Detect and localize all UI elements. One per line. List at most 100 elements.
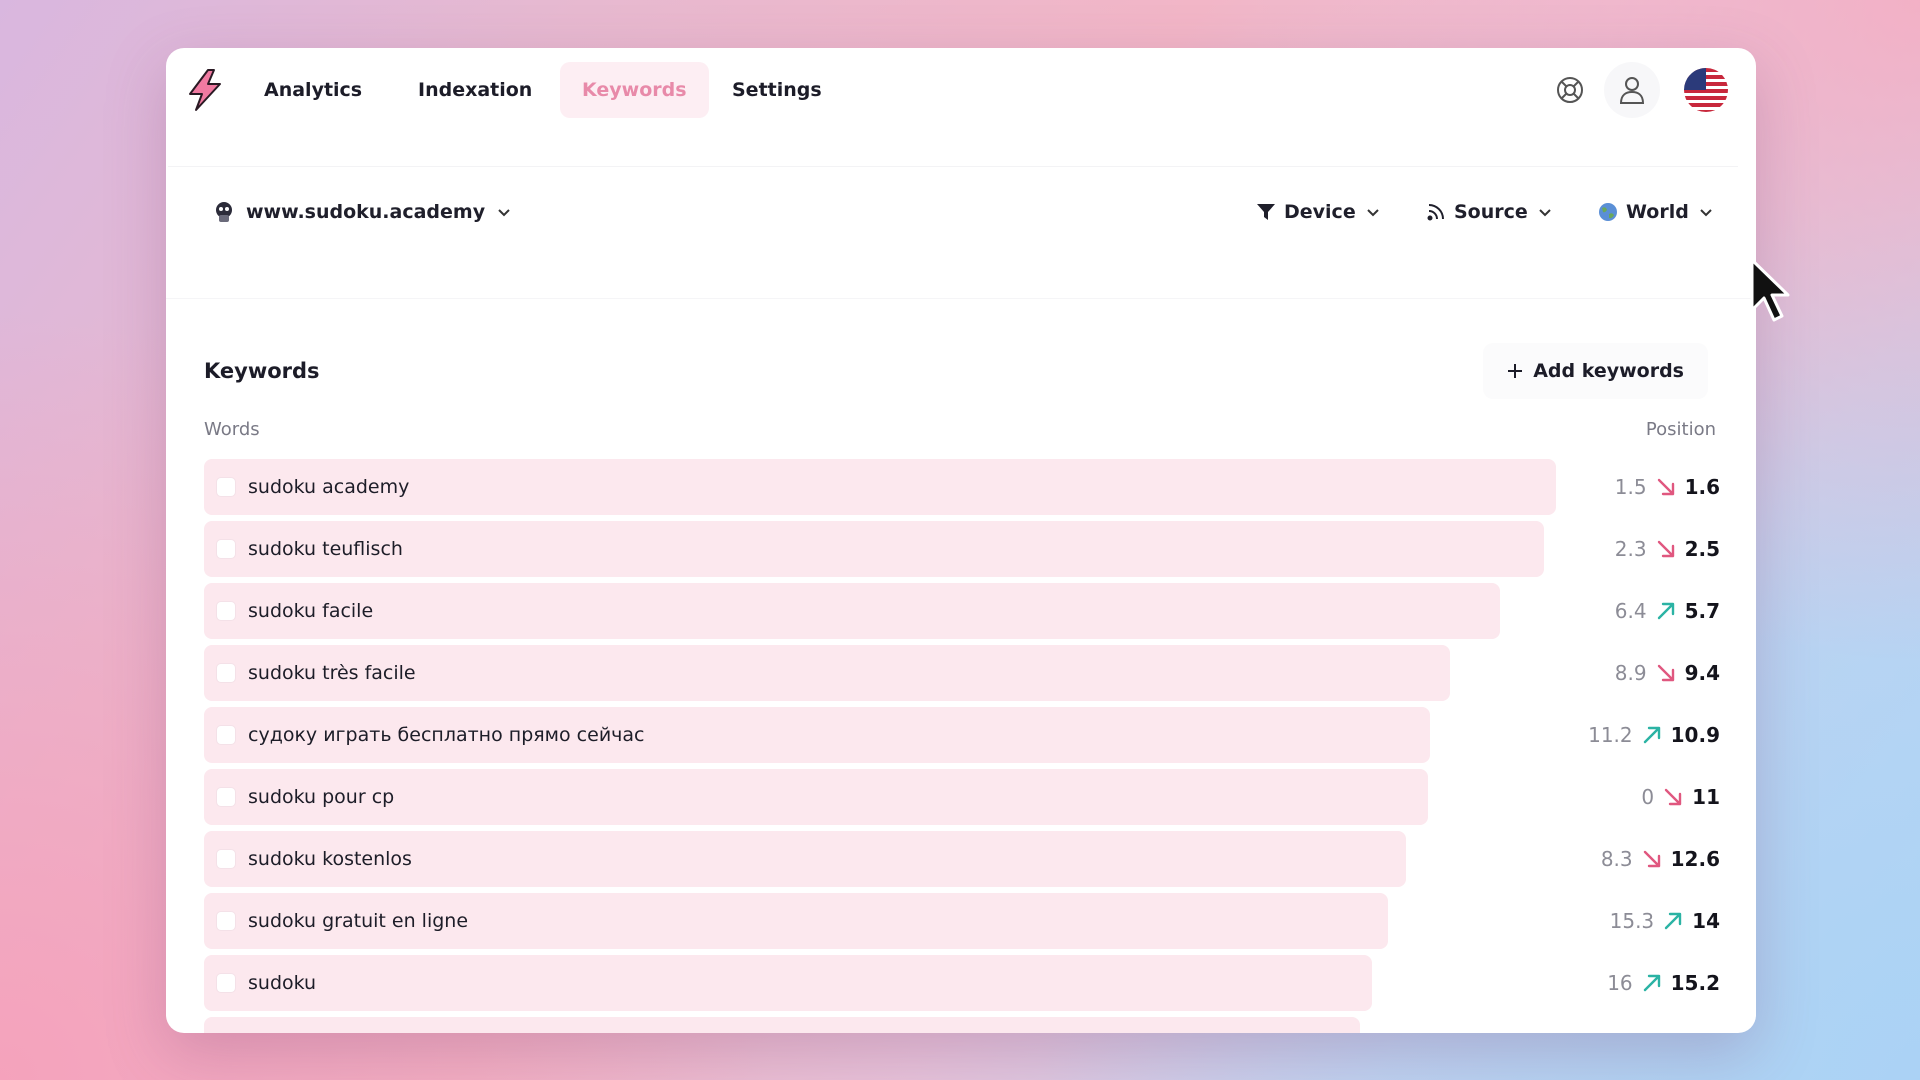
help-lifebuoy-icon[interactable] (1550, 70, 1590, 110)
keyword-row: sudoku kostenlos 8.3 12.6 (204, 831, 1720, 887)
keyword-row: sudoku gratuit en ligne 15.3 14 (204, 893, 1720, 949)
column-header-position: Position (1645, 419, 1716, 440)
keyword-row-bar[interactable] (204, 955, 1372, 1011)
previous-position: 1.5 (1614, 475, 1647, 499)
keyword-checkbox[interactable] (216, 849, 236, 869)
keyword-text: sudoku pour cp (248, 786, 395, 808)
region-filter-label: World (1626, 201, 1689, 223)
current-position: 14 (1692, 909, 1720, 933)
keyword-row: sudoku facile 6.4 5.7 (204, 583, 1720, 639)
tab-analytics[interactable]: Analytics (242, 62, 384, 118)
current-position: 1.6 (1684, 475, 1720, 499)
keyword-checkbox[interactable] (216, 477, 236, 497)
chevron-down-icon (1367, 209, 1379, 217)
user-icon (1619, 77, 1645, 104)
keyword-row: судоку играть бесплатно прямо сейчас 11.2… (204, 707, 1720, 763)
keywords-panel: Keywords Add keywords Words Position sud… (166, 298, 1756, 1033)
trend-up-arrow-icon (1643, 726, 1660, 744)
app-window: Analytics Indexation Keywords Settings w… (166, 48, 1756, 1033)
position-cell: 0 11 (1641, 769, 1720, 825)
previous-position: 15.3 (1609, 909, 1655, 933)
position-cell: 2.3 2.5 (1615, 521, 1720, 577)
plus-icon (1508, 364, 1523, 378)
keyword-checkbox[interactable] (216, 601, 236, 621)
site-selector[interactable]: www.sudoku.academy (212, 191, 513, 233)
position-cell: 6.4 5.7 (1615, 583, 1720, 639)
chevron-down-icon (498, 209, 510, 217)
keyword-row: sudoku pour cp 0 11 (204, 769, 1720, 825)
chevron-down-icon (1700, 209, 1712, 217)
previous-position: 8.3 (1600, 847, 1633, 871)
tab-settings[interactable]: Settings (710, 62, 844, 118)
source-filter[interactable]: Source (1426, 191, 1554, 233)
lightning-logo-icon[interactable] (186, 68, 224, 112)
keyword-row: sudoku 16 15.2 (204, 955, 1720, 1011)
keyword-row-bar[interactable] (204, 521, 1544, 577)
mouse-pointer-icon (1750, 258, 1790, 322)
us-flag-language-icon[interactable] (1684, 68, 1728, 112)
current-position: 9.4 (1684, 661, 1720, 685)
position-cell: 8.3 12.6 (1601, 831, 1720, 887)
keyword-text: sudoku teuflisch (248, 538, 403, 560)
add-keywords-label: Add keywords (1533, 360, 1684, 382)
trend-up-arrow-icon (1643, 974, 1660, 992)
keyword-checkbox[interactable] (216, 973, 236, 993)
trend-down-arrow-icon (1664, 788, 1682, 806)
current-position: 2.5 (1684, 537, 1720, 561)
site-favicon-icon (216, 202, 232, 222)
chevron-down-icon (1539, 209, 1551, 217)
keyword-text: sudoku gratuit en ligne (248, 910, 469, 932)
source-filter-label: Source (1454, 201, 1528, 223)
keyword-checkbox[interactable] (216, 911, 236, 931)
keyword-checkbox[interactable] (216, 725, 236, 745)
trend-up-arrow-icon (1664, 912, 1682, 930)
keyword-text: sudoku kostenlos (248, 848, 412, 870)
keyword-row-bar[interactable] (204, 1017, 1360, 1033)
keyword-text: sudoku très facile (248, 662, 416, 684)
previous-position: 2.3 (1614, 537, 1647, 561)
trend-down-arrow-icon (1657, 664, 1674, 682)
site-name: www.sudoku.academy (246, 201, 486, 223)
tab-keywords[interactable]: Keywords (560, 62, 709, 118)
rss-feed-icon (1427, 204, 1444, 221)
current-position: 11 (1692, 785, 1720, 809)
device-filter[interactable]: Device (1256, 191, 1382, 233)
keyword-text: sudoku (248, 972, 317, 994)
keyword-row: судоку 16.316.1 (204, 1017, 1720, 1033)
position-cell: 1.5 1.6 (1615, 459, 1720, 515)
keyword-row: sudoku très facile 8.9 9.4 (204, 645, 1720, 701)
current-position: 10.9 (1670, 723, 1720, 747)
filter-bar: www.sudoku.academy Device Source World (168, 166, 1738, 256)
region-filter[interactable]: World (1598, 191, 1715, 233)
top-navigation: Analytics Indexation Keywords Settings (166, 48, 1756, 134)
keyword-text: sudoku facile (248, 600, 374, 622)
add-keywords-button[interactable]: Add keywords (1483, 343, 1708, 399)
position-cell: 8.9 9.4 (1615, 645, 1720, 701)
previous-position: 8.9 (1614, 661, 1647, 685)
keyword-checkbox[interactable] (216, 663, 236, 683)
globe-icon (1599, 203, 1617, 221)
tab-indexation[interactable]: Indexation (396, 62, 554, 118)
keywords-title: Keywords (204, 359, 320, 383)
trend-down-arrow-icon (1643, 850, 1660, 868)
trend-up-arrow-icon (1657, 602, 1674, 620)
previous-position: 6.4 (1614, 599, 1647, 623)
keyword-row-bar[interactable] (204, 583, 1500, 639)
trend-down-arrow-icon (1657, 540, 1674, 558)
previous-position: 0 (1641, 785, 1655, 809)
previous-position: 11.2 (1588, 723, 1633, 747)
position-cell: 15.3 14 (1610, 893, 1720, 949)
funnel-icon (1257, 204, 1275, 220)
column-header-words: Words (204, 419, 260, 440)
keyword-checkbox[interactable] (216, 539, 236, 559)
device-filter-label: Device (1284, 201, 1356, 223)
current-position: 15.2 (1670, 971, 1720, 995)
user-account-button[interactable] (1604, 62, 1660, 118)
current-position: 5.7 (1684, 599, 1720, 623)
trend-down-arrow-icon (1657, 478, 1674, 496)
keyword-row: sudoku teuflisch 2.3 2.5 (204, 521, 1720, 577)
position-cell: 16.316.1 (1588, 1017, 1720, 1033)
current-position: 12.6 (1670, 847, 1720, 871)
keyword-row: sudoku academy 1.5 1.6 (204, 459, 1720, 515)
keyword-checkbox[interactable] (216, 787, 236, 807)
